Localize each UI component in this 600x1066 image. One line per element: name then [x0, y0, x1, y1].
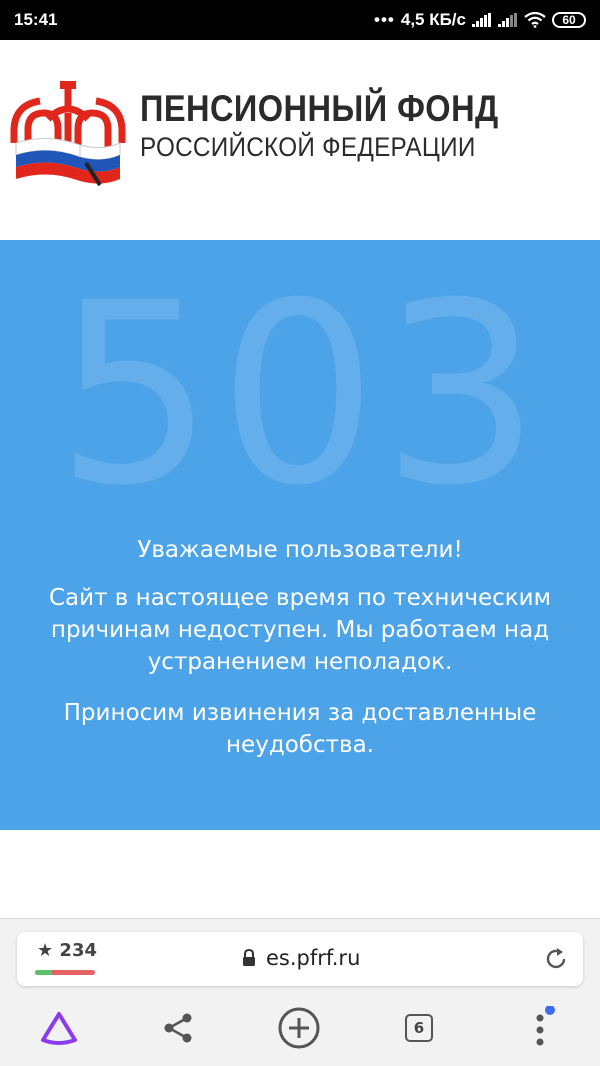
error-panel: 503 Уважаемые пользователи! Сайт в насто… — [0, 240, 600, 830]
menu-button[interactable] — [517, 1005, 563, 1051]
notification-dots-icon: ••• — [374, 10, 395, 29]
rating-positive-fill — [35, 970, 52, 975]
tabs-button[interactable]: 6 — [396, 1005, 442, 1051]
tabs-icon: 6 — [405, 1014, 433, 1042]
network-speed: 4,5 КБ/с — [400, 10, 466, 29]
status-right: ••• 4,5 КБ/с 60 — [374, 10, 586, 30]
error-body: Сайт в настоящее время по техническим пр… — [49, 585, 551, 675]
org-name-line2: РОССИЙСКОЙ ФЕДЕРАЦИИ — [140, 132, 476, 162]
browser-bottom-bar: ★ 234 es.pfrf.ru 6 — [0, 918, 600, 1066]
status-bar: 15:41 ••• 4,5 КБ/с 60 — [0, 0, 600, 40]
tabs-count: 6 — [413, 1019, 425, 1037]
share-icon — [164, 1013, 192, 1043]
rating-bar — [35, 970, 95, 975]
alice-button[interactable] — [36, 1005, 82, 1051]
status-time: 15:41 — [14, 10, 58, 29]
site-header: ПЕНСИОННЫЙ ФОНД РОССИЙСКОЙ ФЕДЕРАЦИИ — [0, 40, 600, 240]
new-tab-button[interactable] — [276, 1005, 322, 1051]
signal-icon — [472, 13, 491, 27]
address-bar[interactable]: ★ 234 es.pfrf.ru — [17, 932, 583, 986]
site-rating[interactable]: ★ 234 — [37, 940, 97, 961]
alice-icon — [41, 1012, 77, 1045]
error-apology: Приносим извинения за доставленные неудо… — [63, 700, 537, 758]
lock-icon — [243, 949, 255, 966]
battery-icon: 60 — [552, 12, 586, 28]
url-display[interactable]: es.pfrf.ru — [242, 946, 360, 970]
menu-icon — [536, 1006, 555, 1046]
error-code: 503 — [55, 249, 545, 540]
star-icon: ★ — [37, 940, 54, 961]
share-button[interactable] — [155, 1005, 201, 1051]
signal-icon — [498, 13, 517, 27]
org-name-line1: ПЕНСИОННЫЙ ФОНД — [140, 88, 499, 129]
error-greeting: Уважаемые пользователи! — [137, 537, 463, 563]
rating-value: 234 — [59, 940, 97, 961]
wifi-icon — [524, 12, 546, 28]
pfr-logo-icon[interactable] — [8, 73, 128, 193]
url-text: es.pfrf.ru — [266, 946, 361, 970]
reload-icon[interactable] — [543, 946, 569, 972]
add-tab-icon — [278, 1007, 320, 1049]
